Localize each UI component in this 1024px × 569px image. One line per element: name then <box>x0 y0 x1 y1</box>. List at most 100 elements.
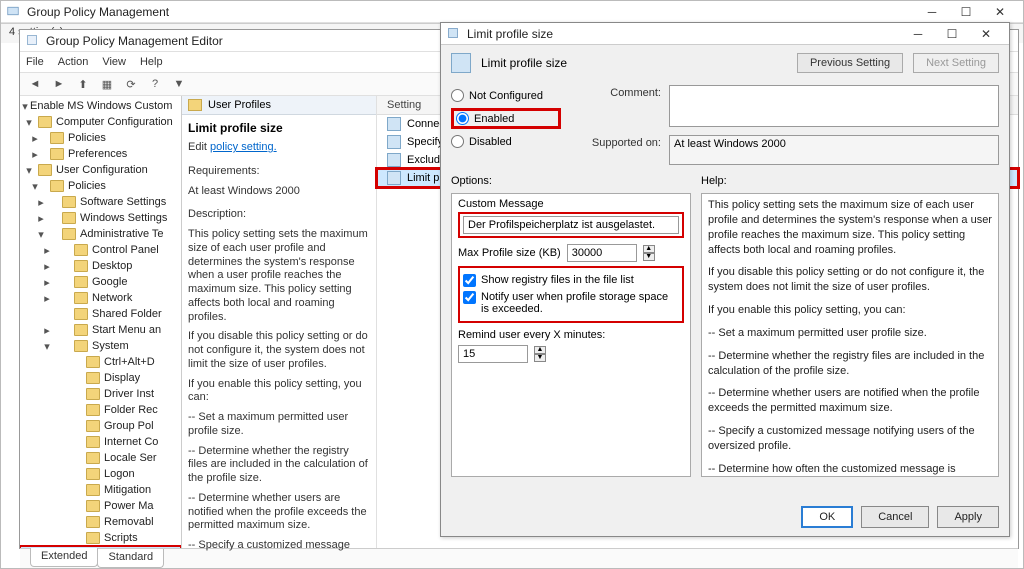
menu-view[interactable]: View <box>102 56 126 68</box>
detail-title: Limit profile size <box>188 121 370 135</box>
radio-disabled[interactable]: Disabled <box>451 135 561 148</box>
tree-win-settings[interactable]: ▸Windows Settings <box>20 210 181 226</box>
desc-1: This policy setting sets the maximum siz… <box>188 228 370 324</box>
back-button[interactable]: ◄ <box>26 75 44 93</box>
comment-input[interactable] <box>669 85 999 127</box>
show-registry-checkbox[interactable]: Show registry files in the file list <box>463 274 679 287</box>
tree-folder-redir[interactable]: Folder Rec <box>20 402 181 418</box>
policy-icon <box>451 53 471 73</box>
nav-tree[interactable]: ▾Enable MS Windows Custom ▾Computer Conf… <box>20 96 182 548</box>
tree-sw-settings[interactable]: ▸Software Settings <box>20 194 181 210</box>
tree-root[interactable]: ▾Enable MS Windows Custom <box>20 98 181 114</box>
tree-google[interactable]: ▸Google <box>20 274 181 290</box>
help-text: -- Specify a customized message notifyin… <box>708 424 992 454</box>
radio-enabled[interactable]: Enabled <box>456 112 556 125</box>
policy-icon <box>387 135 401 149</box>
edit-policy-link-row: Edit policy setting. <box>188 141 370 155</box>
tree-driver-install[interactable]: Driver Inst <box>20 386 181 402</box>
max-size-spinner[interactable]: ▲▼ <box>643 245 655 261</box>
filter-button[interactable]: ▼ <box>170 75 188 93</box>
gpmc-title: Group Policy Management <box>27 5 915 19</box>
refresh-button[interactable]: ⟳ <box>122 75 140 93</box>
forward-button[interactable]: ► <box>50 75 68 93</box>
close-button[interactable]: ✕ <box>983 2 1017 22</box>
options-pane: Custom Message Max Profile size (KB) ▲▼ … <box>451 193 691 477</box>
help-text: -- Determine how often the customized me… <box>708 462 992 477</box>
notify-user-checkbox[interactable]: Notify user when profile storage space i… <box>463 291 679 315</box>
help-label: Help: <box>701 175 727 187</box>
remind-input[interactable] <box>458 345 528 363</box>
comment-label: Comment: <box>581 85 661 99</box>
max-size-input[interactable] <box>567 244 637 262</box>
dialog-subtitle: Limit profile size <box>481 56 567 70</box>
dialog-minimize-button[interactable]: ─ <box>901 24 935 44</box>
previous-setting-button[interactable]: Previous Setting <box>797 53 903 73</box>
remind-spinner[interactable]: ▲▼ <box>534 346 546 362</box>
dialog-titlebar: Limit profile size ─ ☐ ✕ <box>441 23 1009 45</box>
policy-icon <box>387 153 401 167</box>
dialog-title: Limit profile size <box>467 27 901 41</box>
tree-removable[interactable]: Removabl <box>20 514 181 530</box>
state-radios: Not Configured Enabled Disabled <box>451 85 561 165</box>
help-text: If you enable this policy setting, you c… <box>708 303 992 318</box>
tree-scripts[interactable]: Scripts <box>20 530 181 546</box>
tree-cc-policies[interactable]: ▸Policies <box>20 130 181 146</box>
tree-desktop[interactable]: ▸Desktop <box>20 258 181 274</box>
desc-b3: -- Determine whether users are notified … <box>188 492 370 533</box>
tree-uc-policies[interactable]: ▾Policies <box>20 178 181 194</box>
req-label: Requirements: <box>188 165 370 179</box>
tree-network[interactable]: ▸Network <box>20 290 181 306</box>
tree-system[interactable]: ▾System <box>20 338 181 354</box>
gpme-icon <box>26 34 40 48</box>
maximize-button[interactable]: ☐ <box>949 2 983 22</box>
show-hide-button[interactable]: ▦ <box>98 75 116 93</box>
tree-admin-templates[interactable]: ▾Administrative Te <box>20 226 181 242</box>
tree-display[interactable]: Display <box>20 370 181 386</box>
dialog-close-button[interactable]: ✕ <box>969 24 1003 44</box>
detail-tabs: Extended Standard <box>20 548 1018 568</box>
custom-message-label: Custom Message <box>458 198 684 210</box>
max-size-label: Max Profile size (KB) <box>458 247 561 259</box>
tree-mitigation[interactable]: Mitigation <box>20 482 181 498</box>
tab-standard[interactable]: Standard <box>97 549 164 568</box>
dialog-maximize-button[interactable]: ☐ <box>935 24 969 44</box>
tree-ctrl-alt-del[interactable]: Ctrl+Alt+D <box>20 354 181 370</box>
ok-button[interactable]: OK <box>801 506 853 528</box>
radio-not-configured[interactable]: Not Configured <box>451 89 561 102</box>
tree-shared-folder[interactable]: Shared Folder <box>20 306 181 322</box>
tree-cc-prefs[interactable]: ▸Preferences <box>20 146 181 162</box>
tree-logon[interactable]: Logon <box>20 466 181 482</box>
tree-computer-config[interactable]: ▾Computer Configuration <box>20 114 181 130</box>
help-button[interactable]: ? <box>146 75 164 93</box>
tree-group-policy[interactable]: Group Pol <box>20 418 181 434</box>
tree-user-config[interactable]: ▾User Configuration <box>20 162 181 178</box>
cancel-button[interactable]: Cancel <box>861 506 929 528</box>
help-text: -- Determine whether the registry files … <box>708 349 992 379</box>
detail-header: User Profiles <box>182 96 376 115</box>
detail-description: User Profiles Limit profile size Edit po… <box>182 96 377 548</box>
tree-control-panel[interactable]: ▸Control Panel <box>20 242 181 258</box>
menu-help[interactable]: Help <box>140 56 163 68</box>
menu-action[interactable]: Action <box>58 56 89 68</box>
menu-file[interactable]: File <box>26 56 44 68</box>
desc-b1: -- Set a maximum permitted user profile … <box>188 411 370 439</box>
minimize-button[interactable]: ─ <box>915 2 949 22</box>
edit-policy-link[interactable]: policy setting. <box>210 141 277 153</box>
desc-2: If you disable this policy setting or do… <box>188 330 370 371</box>
tree-internet-comm[interactable]: Internet Co <box>20 434 181 450</box>
tree-power[interactable]: Power Ma <box>20 498 181 514</box>
tree-locale[interactable]: Locale Ser <box>20 450 181 466</box>
dialog-icon <box>447 27 461 41</box>
tree-start-menu[interactable]: ▸Start Menu an <box>20 322 181 338</box>
help-pane[interactable]: This policy setting sets the maximum siz… <box>701 193 999 477</box>
up-button[interactable]: ⬆ <box>74 75 92 93</box>
custom-message-input[interactable] <box>463 216 679 234</box>
apply-button[interactable]: Apply <box>937 506 999 528</box>
tab-extended[interactable]: Extended <box>30 548 98 567</box>
next-setting-button: Next Setting <box>913 53 999 73</box>
desc-label: Description: <box>188 208 370 222</box>
options-label: Options: <box>451 175 691 187</box>
desc-3: If you enable this policy setting, you c… <box>188 378 370 406</box>
desc-b2: -- Determine whether the registry files … <box>188 445 370 486</box>
gpmc-icon <box>7 5 21 19</box>
